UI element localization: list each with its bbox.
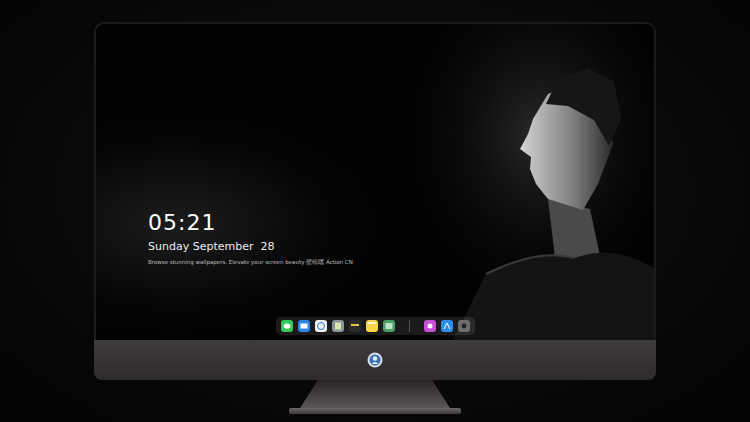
- mail-icon[interactable]: [298, 320, 310, 332]
- safari-icon[interactable]: [315, 320, 327, 332]
- monitor: 05:21 Sunday September 28 Browse stunning …: [94, 22, 656, 414]
- clock-date: Sunday September 28: [148, 240, 654, 253]
- video-icon[interactable]: [349, 320, 361, 332]
- notes-icon[interactable]: [366, 320, 378, 332]
- monitor-stand: [300, 380, 450, 408]
- clock-widget: 05:21 Sunday September 28 Browse stunning …: [96, 24, 654, 266]
- dock-separator: [409, 320, 410, 332]
- tagline: Browse stunning wallpapers. Elevate your…: [148, 259, 654, 266]
- store-icon[interactable]: [441, 320, 453, 332]
- brand-logo-icon: [367, 352, 383, 368]
- desktop-mockup: 05:21 Sunday September 28 Browse stunning …: [0, 0, 750, 422]
- messages-icon[interactable]: [281, 320, 293, 332]
- dock: [276, 317, 475, 335]
- monitor-foot: [289, 408, 461, 414]
- wallpaper-photo: [398, 24, 654, 340]
- camera-icon[interactable]: [458, 320, 470, 332]
- photos-icon[interactable]: [383, 320, 395, 332]
- music-icon[interactable]: [424, 320, 436, 332]
- screen: 05:21 Sunday September 28 Browse stunning …: [94, 22, 656, 340]
- files-icon[interactable]: [332, 320, 344, 332]
- clock-time: 05:21: [148, 212, 654, 234]
- monitor-chin: [94, 340, 656, 380]
